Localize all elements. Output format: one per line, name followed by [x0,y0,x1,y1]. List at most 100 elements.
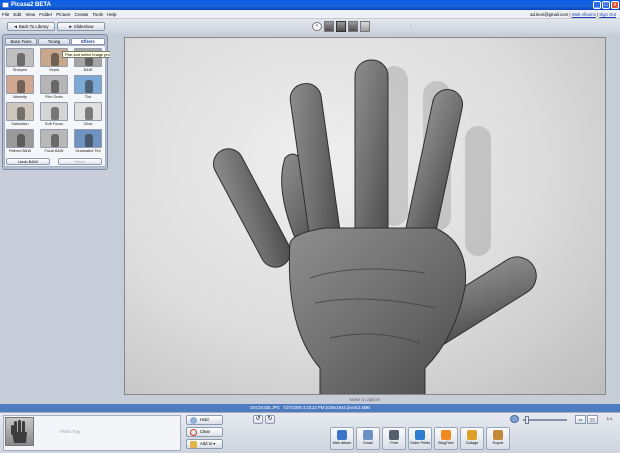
menu-file[interactable]: File [0,10,11,19]
hand-icon [85,80,93,93]
tab-basic-fixes[interactable]: Basic Fixes [5,38,37,45]
menu-create[interactable]: Create [73,10,91,19]
zoom-slider-handle[interactable] [524,416,529,424]
window-title: Picasa2 BETA [11,2,51,8]
clear-icon [190,429,197,436]
effect-label: Soft Focus [44,122,64,126]
menu-view[interactable]: View [23,10,37,19]
menu-picture[interactable]: Picture [54,10,72,19]
window-titlebar: Picasa2 BETA [0,0,620,10]
effect-label: B&W [83,68,93,72]
effect-warmify[interactable]: Warmify [6,75,34,101]
web-album-button[interactable]: Web Album [330,427,354,450]
effect-label: Filtered B&W [8,149,32,153]
hold-button[interactable]: Hold [186,415,223,425]
effect-graduated-tint[interactable]: Graduated Tint [74,129,102,155]
add-to-icon [190,441,197,448]
tray-thumbnail[interactable] [5,417,34,446]
order-prints-icon [415,430,425,440]
effect-label: Tint [84,95,92,99]
hold-icon [190,417,197,424]
print-icon [389,430,399,440]
effect-sharpen[interactable]: Sharpen [6,48,34,74]
effect-focal-b-w[interactable]: Focal B&W [40,129,68,155]
tray-hand-image [11,420,27,443]
sign-out-link[interactable]: Sign Out [599,12,616,17]
order-prints-button[interactable]: Order Prints [408,427,432,450]
rotate-left-icon[interactable]: ↺ [253,415,263,424]
effect-thumbnail [74,129,102,148]
maximize-button[interactable]: □ [602,1,610,9]
slideshow-button[interactable]: ► Slideshow [57,22,105,31]
effect-thumbnail [6,102,34,121]
actual-size-button[interactable]: 1:1 [604,415,615,424]
rotate-right-icon[interactable]: ↻ [265,415,275,424]
close-button[interactable]: x [611,1,619,9]
minimize-button[interactable]: _ [593,1,601,9]
effect-label: Focal B&W [44,149,64,153]
photo-display[interactable] [124,37,606,395]
effect-label: Warmify [13,95,27,99]
back-label: Back To Library [18,24,49,29]
app-icon [2,2,9,8]
hand-icon [51,107,59,120]
export-icon [493,430,503,440]
effect-label: Sharpen [12,68,28,72]
effect-film-grain[interactable]: Film Grain [40,75,68,101]
effect-filtered-b-w[interactable]: Filtered B&W [6,129,34,155]
action-label: Email [363,441,373,445]
caption-field[interactable]: Make a caption! [124,396,606,403]
undo-button[interactable]: Undo B&W [6,158,50,165]
hand-icon [17,80,25,93]
chevron-down-icon: ▾ [212,441,216,446]
effect-saturation[interactable]: Saturation [6,102,34,128]
arrow-right-icon[interactable]: › [410,23,412,29]
menu-folder[interactable]: Folder [37,10,54,19]
filmstrip-thumbnail[interactable] [324,21,334,32]
blogthis-button[interactable]: BlogThis! [434,427,458,450]
tab-tuning[interactable]: Tuning [38,38,70,45]
hand-icon [51,53,59,66]
hand-icon [17,134,25,147]
effect-glow[interactable]: Glow [74,102,102,128]
add-to-label: Add to [200,441,213,446]
compare-view-button[interactable]: ▯▯ [587,415,598,424]
filmstrip-thumbnail[interactable] [360,21,370,32]
fit-view-button[interactable]: ▭ [575,415,586,424]
filmstrip-thumbnail[interactable] [348,21,358,32]
status-dimensions: 2048x1944 pixels [325,405,358,410]
filmstrip-thumbnail-selected[interactable] [336,21,346,32]
redo-button[interactable]: Redo [58,158,102,165]
status-date: 7/27/2006 3:15:22 PM [283,405,325,410]
menu-bar: File Edit View Folder Picture Create Tools Help [0,10,620,19]
web-albums-link[interactable]: Web Albums [572,12,596,17]
email-button[interactable]: Email [356,427,380,450]
print-button[interactable]: Print [382,427,406,450]
back-to-library-button[interactable]: ◄ Back To Library [7,22,55,31]
web-album-icon [337,430,347,440]
menu-tools[interactable]: Tools [90,10,105,19]
add-to-button[interactable]: Add to ▾ [186,439,223,449]
collage-button[interactable]: Collage [460,427,484,450]
hand-icon [85,134,93,147]
effect-thumbnail [40,102,68,121]
effect-label: Sepia [49,68,59,72]
zoom-icon [510,415,519,423]
effect-soft-focus[interactable]: Soft Focus [40,102,68,128]
email-icon [363,430,373,440]
menu-edit[interactable]: Edit [11,10,23,19]
status-filename: DSC04435.JPG [250,405,280,410]
effect-thumbnail [6,75,34,94]
menu-help[interactable]: Help [105,10,118,19]
arrow-left-icon[interactable]: ‹ [312,22,322,31]
zoom-slider[interactable] [523,419,567,421]
export-button[interactable]: Export [486,427,510,450]
effect-thumbnail [6,48,34,67]
action-label: Order Prints [410,441,430,445]
hand-icon [17,53,25,66]
status-filesize: 2.5MB [358,405,371,410]
effect-tint[interactable]: Tint [74,75,102,101]
tab-effects[interactable]: Effects [71,38,105,45]
action-label: Web Album [332,441,352,445]
clear-button[interactable]: Clear [186,427,223,437]
